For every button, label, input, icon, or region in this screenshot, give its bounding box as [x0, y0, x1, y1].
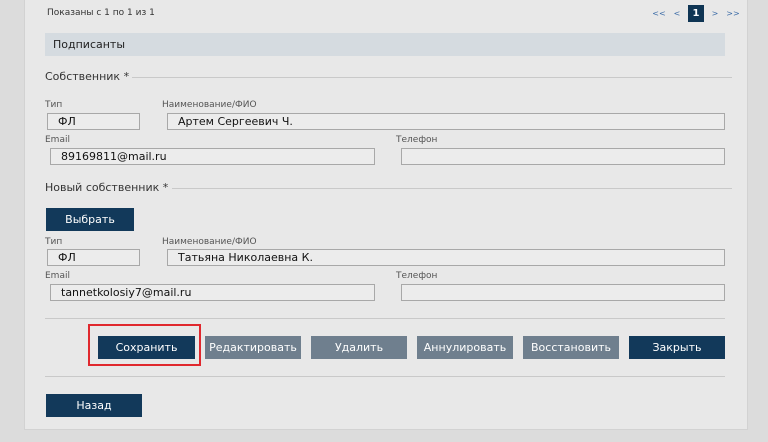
new-owner-name-field[interactable]: Татьяна Николаевна К. — [167, 249, 725, 266]
new-owner-legend: Новый собственник * — [45, 181, 169, 194]
first-page-link[interactable]: << — [648, 9, 670, 18]
owner-legend: Собственник * — [45, 70, 130, 83]
owner-divider — [132, 77, 732, 78]
new-owner-type-field[interactable]: ФЛ — [47, 249, 140, 266]
back-button[interactable]: Назад — [46, 394, 142, 417]
owner-name-field[interactable]: Артем Сергеевич Ч. — [167, 113, 725, 130]
new-owner-email-label: Email — [45, 271, 70, 281]
new-owner-divider — [172, 188, 732, 189]
new-owner-phone-label: Телефон — [396, 271, 438, 281]
restore-button[interactable]: Восстановить — [523, 336, 619, 359]
owner-phone-field[interactable] — [401, 148, 725, 165]
current-page[interactable]: 1 — [688, 5, 704, 22]
new-owner-name-label: Наименование/ФИО — [162, 237, 257, 247]
owner-email-field[interactable]: 89169811@mail.ru — [50, 148, 375, 165]
owner-name-label: Наименование/ФИО — [162, 100, 257, 110]
actions-divider-top — [45, 318, 725, 319]
owner-type-field[interactable]: ФЛ — [47, 113, 140, 130]
new-owner-email-field[interactable]: tannetkolosiy7@mail.ru — [50, 284, 375, 301]
owner-type-label: Тип — [45, 100, 63, 110]
select-button[interactable]: Выбрать — [46, 208, 134, 231]
delete-button[interactable]: Удалить — [311, 336, 407, 359]
new-owner-phone-field[interactable] — [401, 284, 725, 301]
section-title-bar: Подписанты — [45, 33, 725, 56]
new-owner-type-label: Тип — [45, 237, 63, 247]
pagination: << < 1 > >> — [648, 5, 744, 22]
prev-page-link[interactable]: < — [670, 9, 684, 18]
last-page-link[interactable]: >> — [722, 9, 744, 18]
owner-email-label: Email — [45, 135, 70, 145]
next-page-link[interactable]: > — [708, 9, 722, 18]
edit-button[interactable]: Редактировать — [205, 336, 301, 359]
save-button-highlight — [88, 324, 201, 366]
owner-phone-label: Телефон — [396, 135, 438, 145]
annul-button[interactable]: Аннулировать — [417, 336, 513, 359]
actions-divider-bottom — [45, 376, 725, 377]
close-button[interactable]: Закрыть — [629, 336, 725, 359]
pagination-summary: Показаны с 1 по 1 из 1 — [47, 8, 155, 18]
